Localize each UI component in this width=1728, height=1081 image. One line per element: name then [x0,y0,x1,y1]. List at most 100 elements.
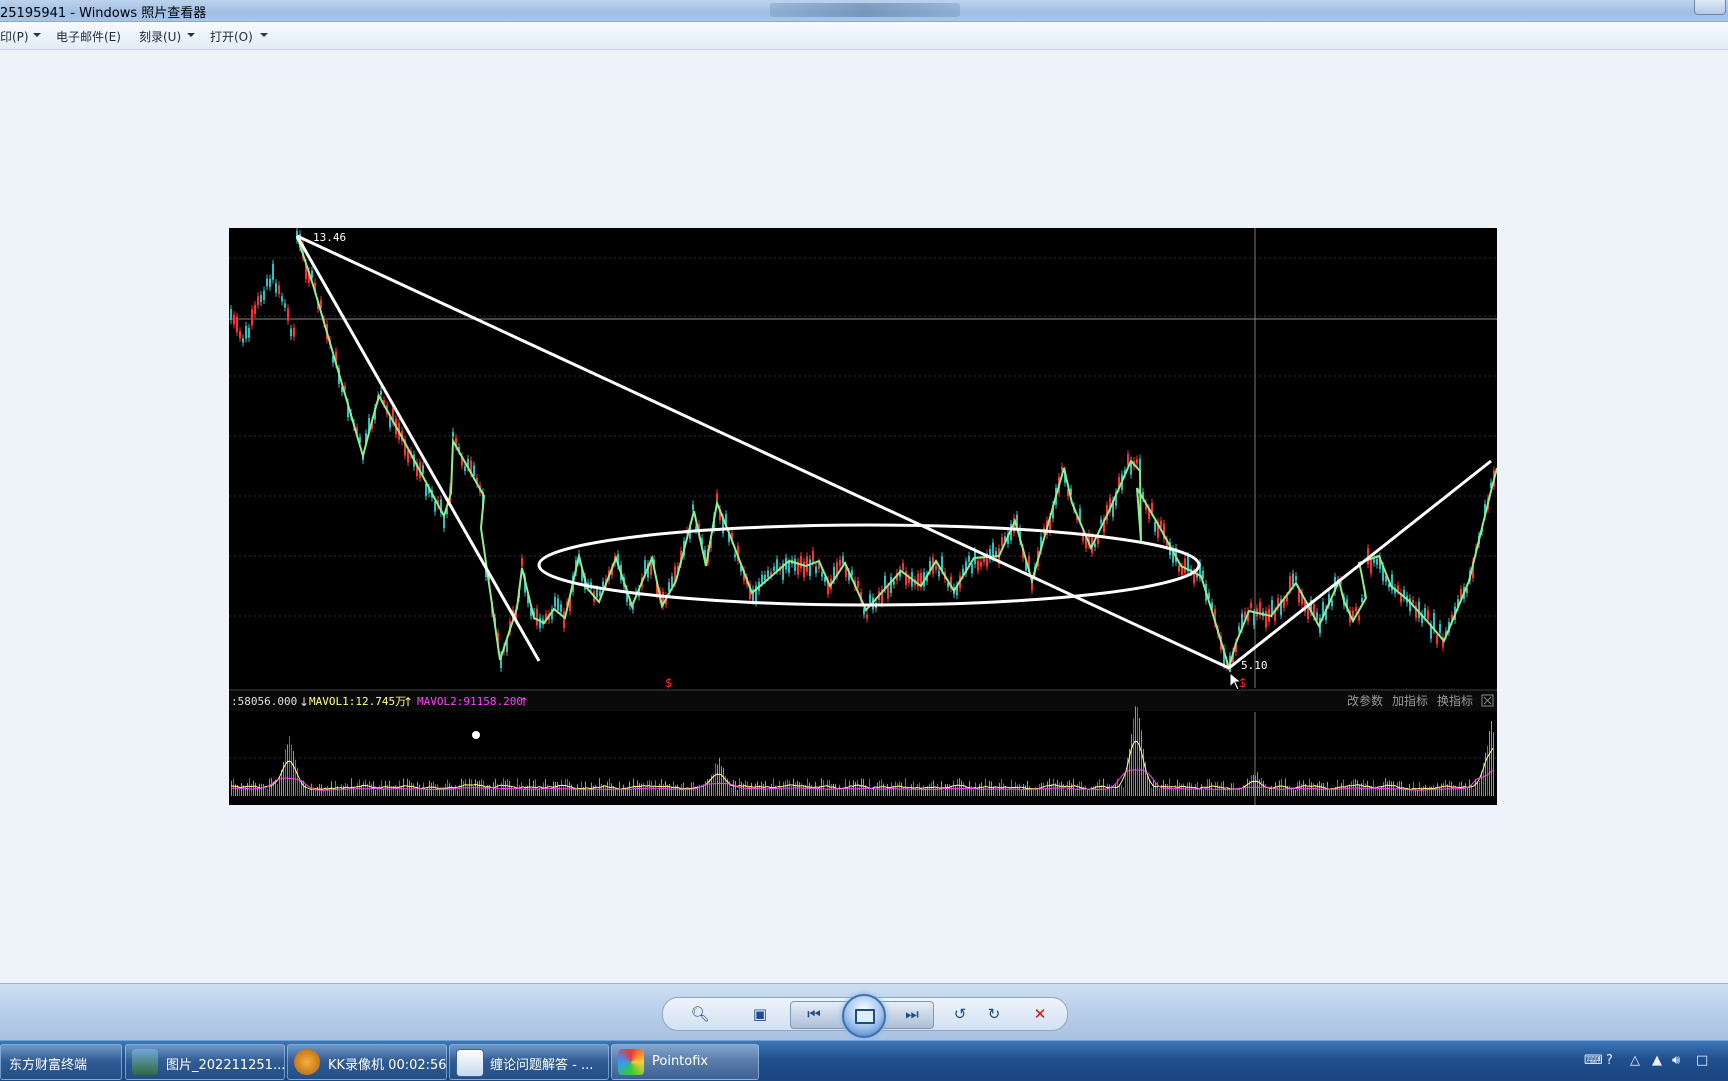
candle-body [1292,573,1294,586]
fit-icon[interactable]: ▣ [746,1003,774,1025]
volume-bar [1147,775,1148,796]
volume-bar [1345,786,1346,796]
volume-bar [1385,778,1386,796]
volume-bar [1071,783,1072,796]
volume-bar [307,789,308,796]
volume-bar [1491,720,1492,796]
candle-body [284,303,286,308]
taskbar-item-pointofix[interactable]: Pointofix [611,1044,759,1080]
delete-icon[interactable]: ✕ [1026,1003,1054,1025]
show-hidden-icon[interactable]: ▲ [1652,1053,1662,1068]
volume-bar [1195,783,1196,796]
volume-bar [985,778,986,796]
add-indicator-button[interactable]: 加指标 [1392,693,1428,708]
volume-bar [547,784,548,796]
volume-bar [937,783,938,796]
volume-icon[interactable]: 🔊︎ [1672,1053,1680,1068]
candle-body [821,572,823,577]
volume-bar [817,788,818,796]
volume-bar [909,789,910,796]
volume-bar [1073,778,1074,796]
taskbar-item-kk-recorder[interactable]: KK录像机 00:02:56 [287,1044,447,1080]
volume-bar [271,778,272,796]
next-icon[interactable]: ⏭︎ [898,1003,926,1025]
display-icon[interactable]: □ [1696,1053,1708,1068]
volume-bar [1267,788,1268,796]
volume-bar [1121,784,1122,796]
chevron-down-icon[interactable] [260,33,268,37]
candle-body [1412,600,1414,604]
taskbar-item-word-doc[interactable]: 缠论问题解答 - ... [449,1044,609,1080]
rotate-left-icon[interactable]: ↺ [946,1003,974,1025]
change-indicator-button[interactable]: 换指标 [1437,693,1473,708]
rotate-right-icon[interactable]: ↻ [980,1003,1008,1025]
candle-body [242,338,244,343]
volume-bar [1405,789,1406,796]
menu-email[interactable]: 电子邮件(E) [56,28,121,45]
volume-bar [537,788,538,796]
volume-bar [1429,786,1430,796]
volume-bar [1351,781,1352,796]
volume-bar [963,782,964,796]
volume-bar [1467,787,1468,796]
volume-bar [1311,782,1312,796]
volume-bar [897,783,898,796]
volume-bar [743,783,744,796]
candle-body [1316,612,1318,620]
candle-body [857,581,859,588]
candle-body [539,617,541,629]
network-icon[interactable]: △ [1630,1053,1640,1068]
slideshow-icon[interactable] [842,994,886,1038]
menu-print[interactable]: 印(P) [0,28,29,45]
chevron-down-icon[interactable] [187,33,195,37]
menu-burn[interactable]: 刻录(U) [139,28,181,45]
previous-icon[interactable]: ⏮︎ [800,1003,828,1025]
volume-bar [1155,782,1156,796]
volume-bar [767,789,768,796]
volume-bar [751,782,752,796]
volume-bar [241,783,242,796]
taskbar-item-photo[interactable]: 图片_202211251... [125,1044,285,1080]
volume-bar [605,786,606,796]
volume-bar [533,780,534,796]
modify-params-button[interactable]: 改参数 [1347,693,1383,708]
zoom-icon[interactable]: 🔍︎ [686,1003,714,1025]
volume-bar [681,783,682,796]
volume-bar [809,782,810,796]
taskbar-item-eastmoney[interactable]: 东方财富终端 [0,1044,122,1080]
volume-bar [915,787,916,796]
chevron-down-icon[interactable] [33,33,41,37]
volume-bar [839,784,840,796]
volume-bar [327,785,328,796]
volume-bar [549,789,550,796]
window-controls[interactable] [1694,0,1726,15]
volume-bar [631,788,632,796]
volume-bar [1469,779,1470,796]
volume-bar [405,789,406,796]
keyboard-icon[interactable]: ⌨ [1584,1053,1603,1068]
volume-bar [1359,784,1360,796]
help-icon[interactable]: ? [1606,1053,1613,1068]
volume-bar [261,783,262,796]
candle-body [692,504,694,510]
candle-body [278,285,280,295]
candle-body [287,308,289,321]
volume-bar [421,789,422,796]
volume-bar [641,783,642,796]
volume-bar [1475,779,1476,796]
volume-bar [531,788,532,796]
candle-body [1427,610,1429,620]
volume-bar [669,783,670,796]
volume-bar [445,783,446,796]
volume-bar [595,784,596,796]
volume-bar [1479,781,1480,796]
candle-body [1358,615,1360,621]
volume-bar [365,779,366,796]
volume-bar [707,779,708,796]
volume-bar [1203,789,1204,796]
volume-bar [923,785,924,796]
menu-open[interactable]: 打开(O) [210,28,253,45]
volume-bar [299,779,300,796]
volume-bar [1295,789,1296,796]
volume-bar [1313,783,1314,796]
